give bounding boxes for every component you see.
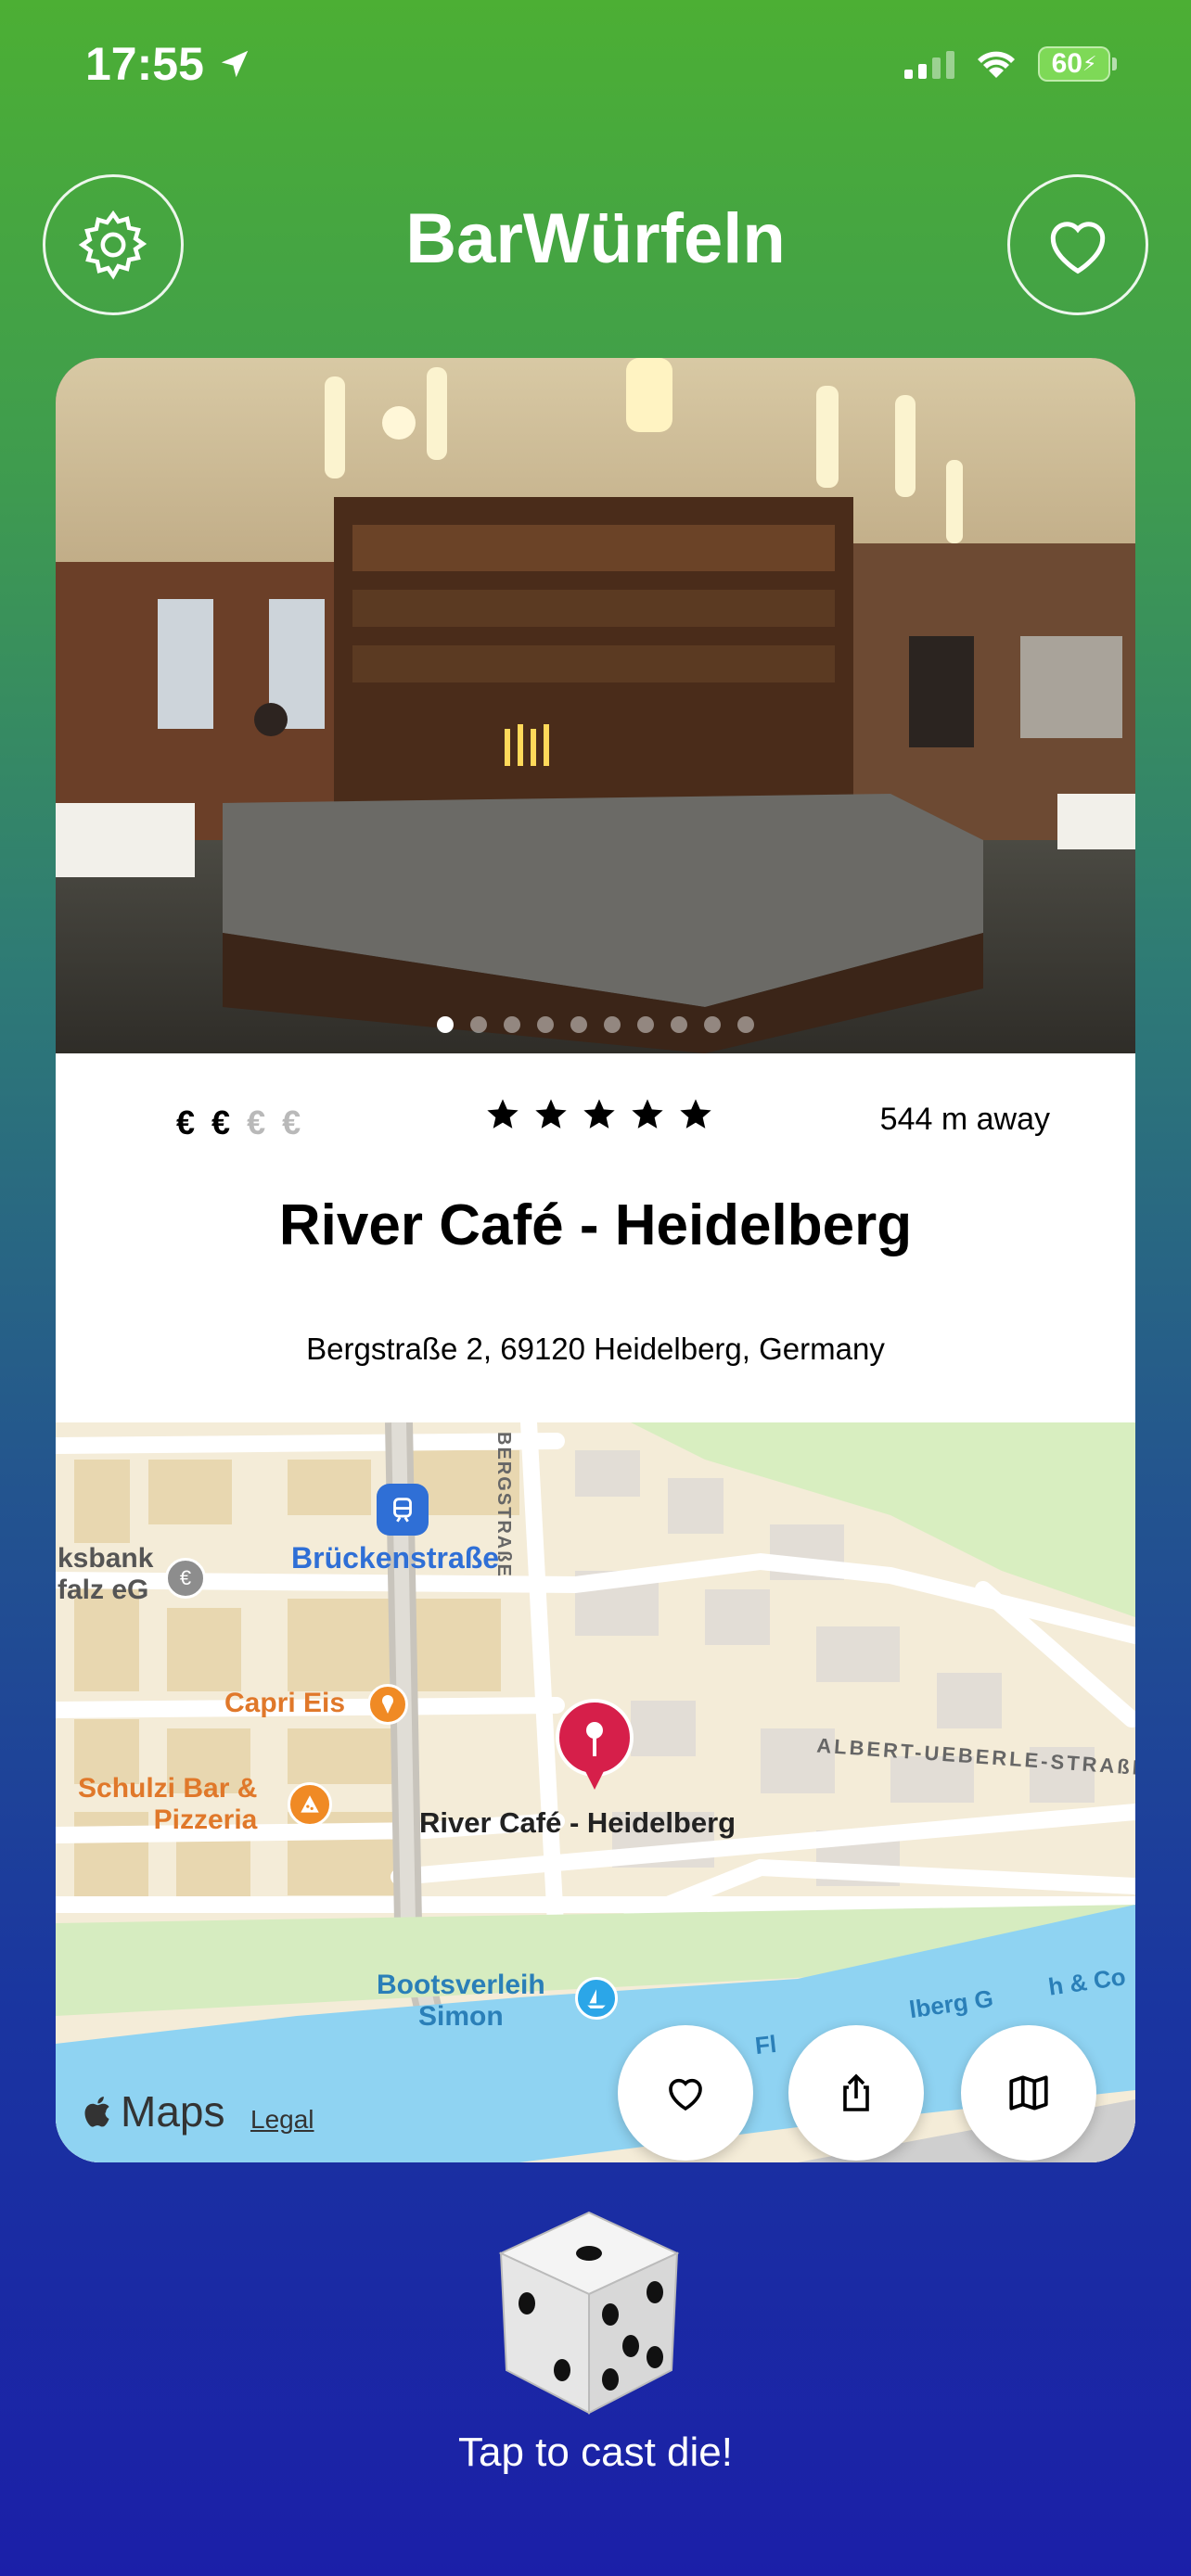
map-label-bank[interactable]: ksbank falz eG xyxy=(58,1543,153,1606)
star-icon xyxy=(535,1099,567,1129)
star-icon xyxy=(487,1099,519,1129)
map-favorite-button[interactable] xyxy=(618,2025,753,2161)
rating-stars xyxy=(484,1096,714,1133)
heart-icon xyxy=(1050,222,1106,274)
dice-icon xyxy=(498,2211,680,2415)
wifi-icon xyxy=(978,51,1015,78)
status-bar: 17:55 60 ⚡ xyxy=(0,0,1191,130)
map-icon xyxy=(1009,2075,1048,2111)
apple-logo-icon xyxy=(84,2096,109,2127)
map-pin-icon xyxy=(556,1699,634,1790)
schulzi-line-1: Schulzi Bar & xyxy=(78,1773,258,1804)
time-text: 17:55 xyxy=(85,38,204,90)
pizza-icon[interactable] xyxy=(288,1782,332,1827)
map-label-boots[interactable]: Bootsverleih Simon xyxy=(377,1970,545,2033)
page-dot[interactable] xyxy=(470,1016,487,1033)
favorites-button[interactable] xyxy=(1007,174,1148,315)
price-inactive: € € xyxy=(247,1103,305,1141)
map-label-venue[interactable]: River Café - Heidelberg xyxy=(419,1806,736,1840)
status-icons: 60 ⚡ xyxy=(904,46,1117,82)
schulzi-line-2: Pizzeria xyxy=(153,1804,258,1835)
dice-button[interactable] xyxy=(492,2207,686,2420)
heart-icon xyxy=(669,2078,702,2111)
battery-indicator: 60 ⚡ xyxy=(1038,46,1117,82)
venue-name: River Café - Heidelberg xyxy=(278,1193,913,1257)
boots-line-2: Simon xyxy=(418,2001,504,2032)
page-dot[interactable] xyxy=(504,1016,520,1033)
page-dot[interactable] xyxy=(704,1016,721,1033)
location-arrow-icon xyxy=(221,50,249,78)
cellular-signal-icon xyxy=(904,49,954,79)
map-label-river-1: Fl xyxy=(753,2029,778,2060)
tram-icon[interactable] xyxy=(377,1484,429,1536)
star-icon xyxy=(680,1099,711,1129)
distance-label: 544 m away xyxy=(879,1102,1050,1137)
maps-brand-text: Maps xyxy=(121,2087,225,2136)
page-dot[interactable] xyxy=(537,1016,554,1033)
page-dot[interactable] xyxy=(671,1016,687,1033)
page-dot[interactable] xyxy=(604,1016,621,1033)
ice-cream-icon[interactable] xyxy=(367,1684,408,1725)
venue-address: Bergstraße 2, 69120 Heidelberg, Germany xyxy=(306,1332,885,1366)
star-icon xyxy=(632,1099,663,1129)
bank-line-1: ksbank xyxy=(58,1543,154,1574)
venue-pin[interactable] xyxy=(553,1699,636,1792)
dice-caption: Tap to cast die! xyxy=(458,2429,733,2475)
battery-level: 60 xyxy=(1051,48,1082,79)
boots-line-1: Bootsverleih xyxy=(377,1970,545,2000)
map-label-schulzi[interactable]: Schulzi Bar & Pizzeria xyxy=(78,1773,257,1836)
map-label-capri[interactable]: Capri Eis xyxy=(224,1688,345,1719)
bank-line-2: falz eG xyxy=(58,1575,149,1605)
page-dot[interactable] xyxy=(637,1016,654,1033)
venue-photo xyxy=(56,358,1135,1053)
map-label-transit[interactable]: Brückenstraße xyxy=(291,1541,499,1575)
star-icon xyxy=(583,1099,615,1129)
legal-link[interactable]: Legal xyxy=(250,2105,314,2135)
page-dot[interactable] xyxy=(570,1016,587,1033)
venue-map[interactable]: Brückenstraße BERGSTRAßE ksbank falz eG … xyxy=(56,1422,1135,2162)
boat-icon[interactable] xyxy=(575,1977,618,2020)
map-label-bergstrasse: BERGSTRAßE xyxy=(493,1432,514,1578)
page-dot[interactable] xyxy=(437,1016,454,1033)
venue-photo-carousel[interactable] xyxy=(56,358,1135,1053)
bar-card: € € € € 544 m away River Café - Heidelbe… xyxy=(56,358,1135,2162)
share-button[interactable] xyxy=(788,2025,924,2161)
photo-page-indicator[interactable] xyxy=(56,1016,1135,1033)
bank-icon[interactable]: € xyxy=(165,1558,206,1599)
price-level: € € € € xyxy=(176,1103,304,1142)
open-in-maps-button[interactable] xyxy=(961,2025,1096,2161)
share-icon xyxy=(843,2073,869,2111)
venue-meta-row: € € € € 544 m away xyxy=(56,1096,1135,1152)
page-dot[interactable] xyxy=(737,1016,754,1033)
status-time: 17:55 xyxy=(85,37,252,91)
price-active: € € xyxy=(176,1103,235,1141)
apple-maps-logo: Maps xyxy=(83,2086,224,2136)
